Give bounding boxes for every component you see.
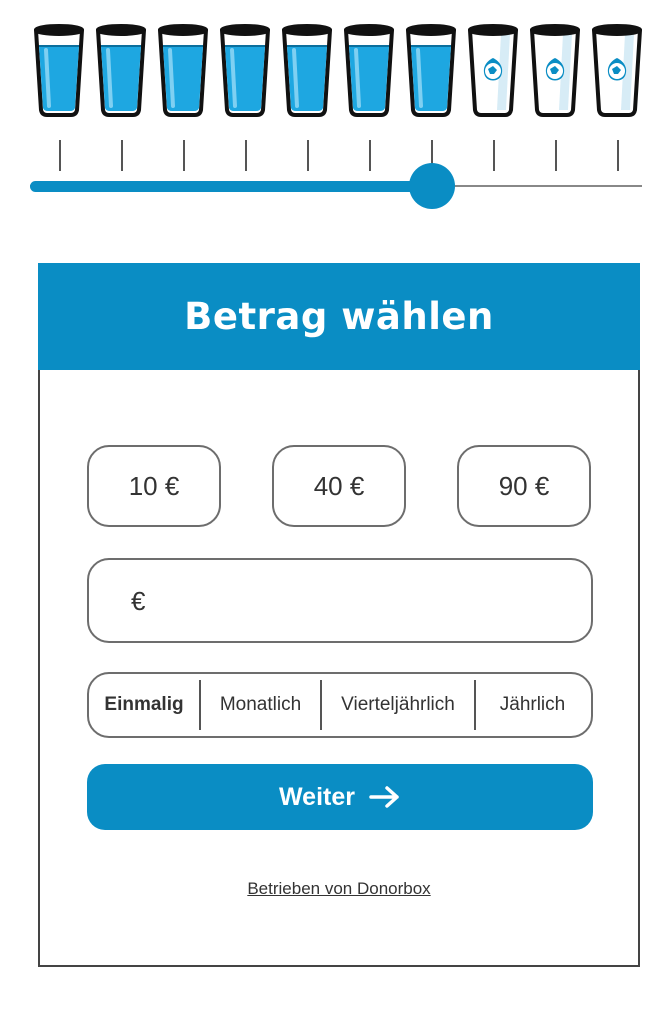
water-glass-empty-earth-icon[interactable] <box>529 22 581 118</box>
amount-option-label: 10 € <box>128 470 180 501</box>
next-button-label: Weiter <box>279 782 355 811</box>
custom-amount-field[interactable]: € <box>87 558 593 643</box>
currency-symbol: € <box>131 586 146 616</box>
water-glass-full-icon[interactable] <box>405 22 457 118</box>
frequency-option-quarterly[interactable]: Vierteljährlich <box>322 674 474 736</box>
custom-amount-input[interactable] <box>169 580 573 622</box>
water-glass-full-icon[interactable] <box>157 22 209 118</box>
powered-by-link[interactable]: Betrieben von Donorbox <box>40 879 638 899</box>
amount-option-label: 90 € <box>498 470 550 501</box>
glasses-row <box>33 22 645 122</box>
frequency-option-yearly[interactable]: Jährlich <box>476 674 589 736</box>
amount-slider[interactable] <box>30 160 642 210</box>
amount-option-button[interactable]: 90 € <box>457 445 591 527</box>
arrow-right-icon <box>369 785 401 809</box>
amount-option-button[interactable]: 10 € <box>87 445 221 527</box>
amount-option-button[interactable]: 40 € <box>272 445 406 527</box>
slider-thumb[interactable] <box>409 163 455 209</box>
water-glass-full-icon[interactable] <box>343 22 395 118</box>
water-glass-full-icon[interactable] <box>219 22 271 118</box>
frequency-option-once[interactable]: Einmalig <box>89 674 199 736</box>
frequency-option-monthly[interactable]: Monatlich <box>201 674 320 736</box>
water-glass-full-icon[interactable] <box>33 22 85 118</box>
amount-option-label: 40 € <box>313 470 365 501</box>
next-button[interactable]: Weiter <box>87 764 593 830</box>
water-glass-empty-earth-icon[interactable] <box>591 22 643 118</box>
card-header: Betrag wählen <box>38 263 640 370</box>
frequency-selector: Einmalig Monatlich Vierteljährlich Jährl… <box>87 672 593 738</box>
donation-card: Betrag wählen 10 € 40 € 90 € € Einmalig … <box>38 263 640 967</box>
water-glass-full-icon[interactable] <box>95 22 147 118</box>
card-title: Betrag wählen <box>184 295 494 338</box>
slider-track-fill <box>30 181 431 192</box>
water-glass-empty-earth-icon[interactable] <box>467 22 519 118</box>
water-glass-full-icon[interactable] <box>281 22 333 118</box>
